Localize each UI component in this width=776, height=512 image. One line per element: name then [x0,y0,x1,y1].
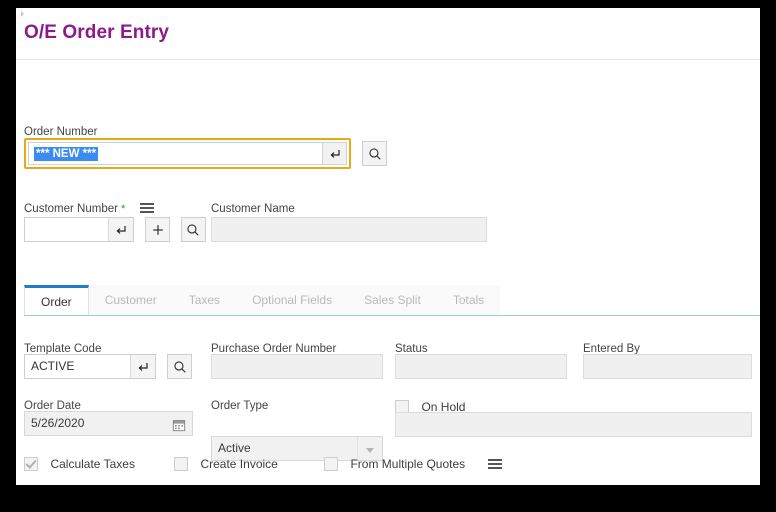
tab-optional-fields[interactable]: Optional Fields [236,285,348,315]
tab-strip: Order Customer Taxes Optional Fields Sal… [24,285,461,315]
calculate-taxes-label: Calculate Taxes [50,457,135,471]
app-header: O/E Order Entry [16,8,760,60]
from-multiple-quotes-group[interactable]: From Multiple Quotes [324,455,502,473]
application-window: O/E Order Entry Order Number *** NEW *** [16,8,760,485]
customer-number-menu-icon[interactable] [140,201,154,215]
tab-totals-label: Totals [453,293,484,307]
tab-sales-split-label: Sales Split [364,293,421,307]
required-indicator: * [121,203,125,215]
tab-optional-fields-label: Optional Fields [252,293,332,307]
from-multiple-quotes-menu-icon[interactable] [488,457,502,471]
search-icon [368,147,382,161]
order-type-value: Active [218,441,251,455]
customer-number-label-wrap: Customer Number* [24,199,154,217]
template-code-group: ACTIVE [24,354,192,379]
tab-totals[interactable]: Totals [437,285,500,315]
order-date-input[interactable]: 5/26/2020 [24,411,193,436]
search-icon [173,360,187,374]
customer-number-go-button[interactable] [108,217,134,242]
order-number-input[interactable]: *** NEW *** [28,142,322,165]
customer-number-finder-button[interactable] [181,217,206,242]
tab-taxes[interactable]: Taxes [173,285,236,315]
purchase-order-number-input[interactable] [211,354,383,379]
search-icon [186,223,200,237]
collapse-caret-icon[interactable] [21,11,24,17]
customer-number-label: Customer Number [24,203,118,215]
order-type-label: Order Type [211,399,268,413]
calculate-taxes-checkbox[interactable] [24,457,38,471]
chevron-down-icon[interactable] [366,448,374,453]
plus-icon [151,223,165,237]
tab-customer-label: Customer [105,293,157,307]
calculate-taxes-group[interactable]: Calculate Taxes [24,455,135,473]
customer-number-input[interactable] [24,217,108,242]
form-body: Order Number *** NEW *** [16,60,760,110]
customer-name-label-wrap: Customer Name [211,199,295,217]
enter-arrow-icon [329,148,341,160]
tab-sales-split[interactable]: Sales Split [348,285,437,315]
order-date-value: 5/26/2020 [31,416,84,430]
tab-customer[interactable]: Customer [89,285,173,315]
tab-order-label: Order [41,295,72,309]
screen-frame: O/E Order Entry Order Number *** NEW *** [0,0,776,512]
create-invoice-checkbox[interactable] [174,457,188,471]
entered-by-input [583,354,752,379]
enter-arrow-icon [137,361,149,373]
tab-order[interactable]: Order [24,285,89,316]
customer-name-input[interactable] [211,217,487,242]
order-number-finder-button[interactable] [362,141,387,166]
template-code-go-button[interactable] [130,354,156,379]
page-title: O/E Order Entry [24,22,169,44]
calendar-icon[interactable] [172,417,186,440]
customer-number-group [24,217,206,242]
tab-taxes-label: Taxes [189,293,220,307]
create-invoice-label: Create Invoice [200,457,277,471]
template-code-input[interactable]: ACTIVE [24,354,130,379]
create-invoice-group[interactable]: Create Invoice [174,455,278,473]
order-number-focus-ring: *** NEW *** [24,138,351,169]
order-number-go-button[interactable] [322,142,347,165]
customer-name-label: Customer Name [211,203,295,215]
customer-number-add-button[interactable] [145,217,170,242]
on-hold-reason-input [395,412,752,437]
status-input [395,354,567,379]
tab-panel-top-border [24,315,760,316]
from-multiple-quotes-checkbox[interactable] [324,457,338,471]
order-number-group: *** NEW *** [24,138,387,169]
template-code-finder-button[interactable] [167,354,192,379]
order-number-value: *** NEW *** [34,147,98,161]
tab-bar: Order Customer Taxes Optional Fields Sal… [24,285,752,315]
order-number-label: Order Number [24,126,98,138]
enter-arrow-icon [115,224,127,236]
from-multiple-quotes-label: From Multiple Quotes [350,457,465,471]
